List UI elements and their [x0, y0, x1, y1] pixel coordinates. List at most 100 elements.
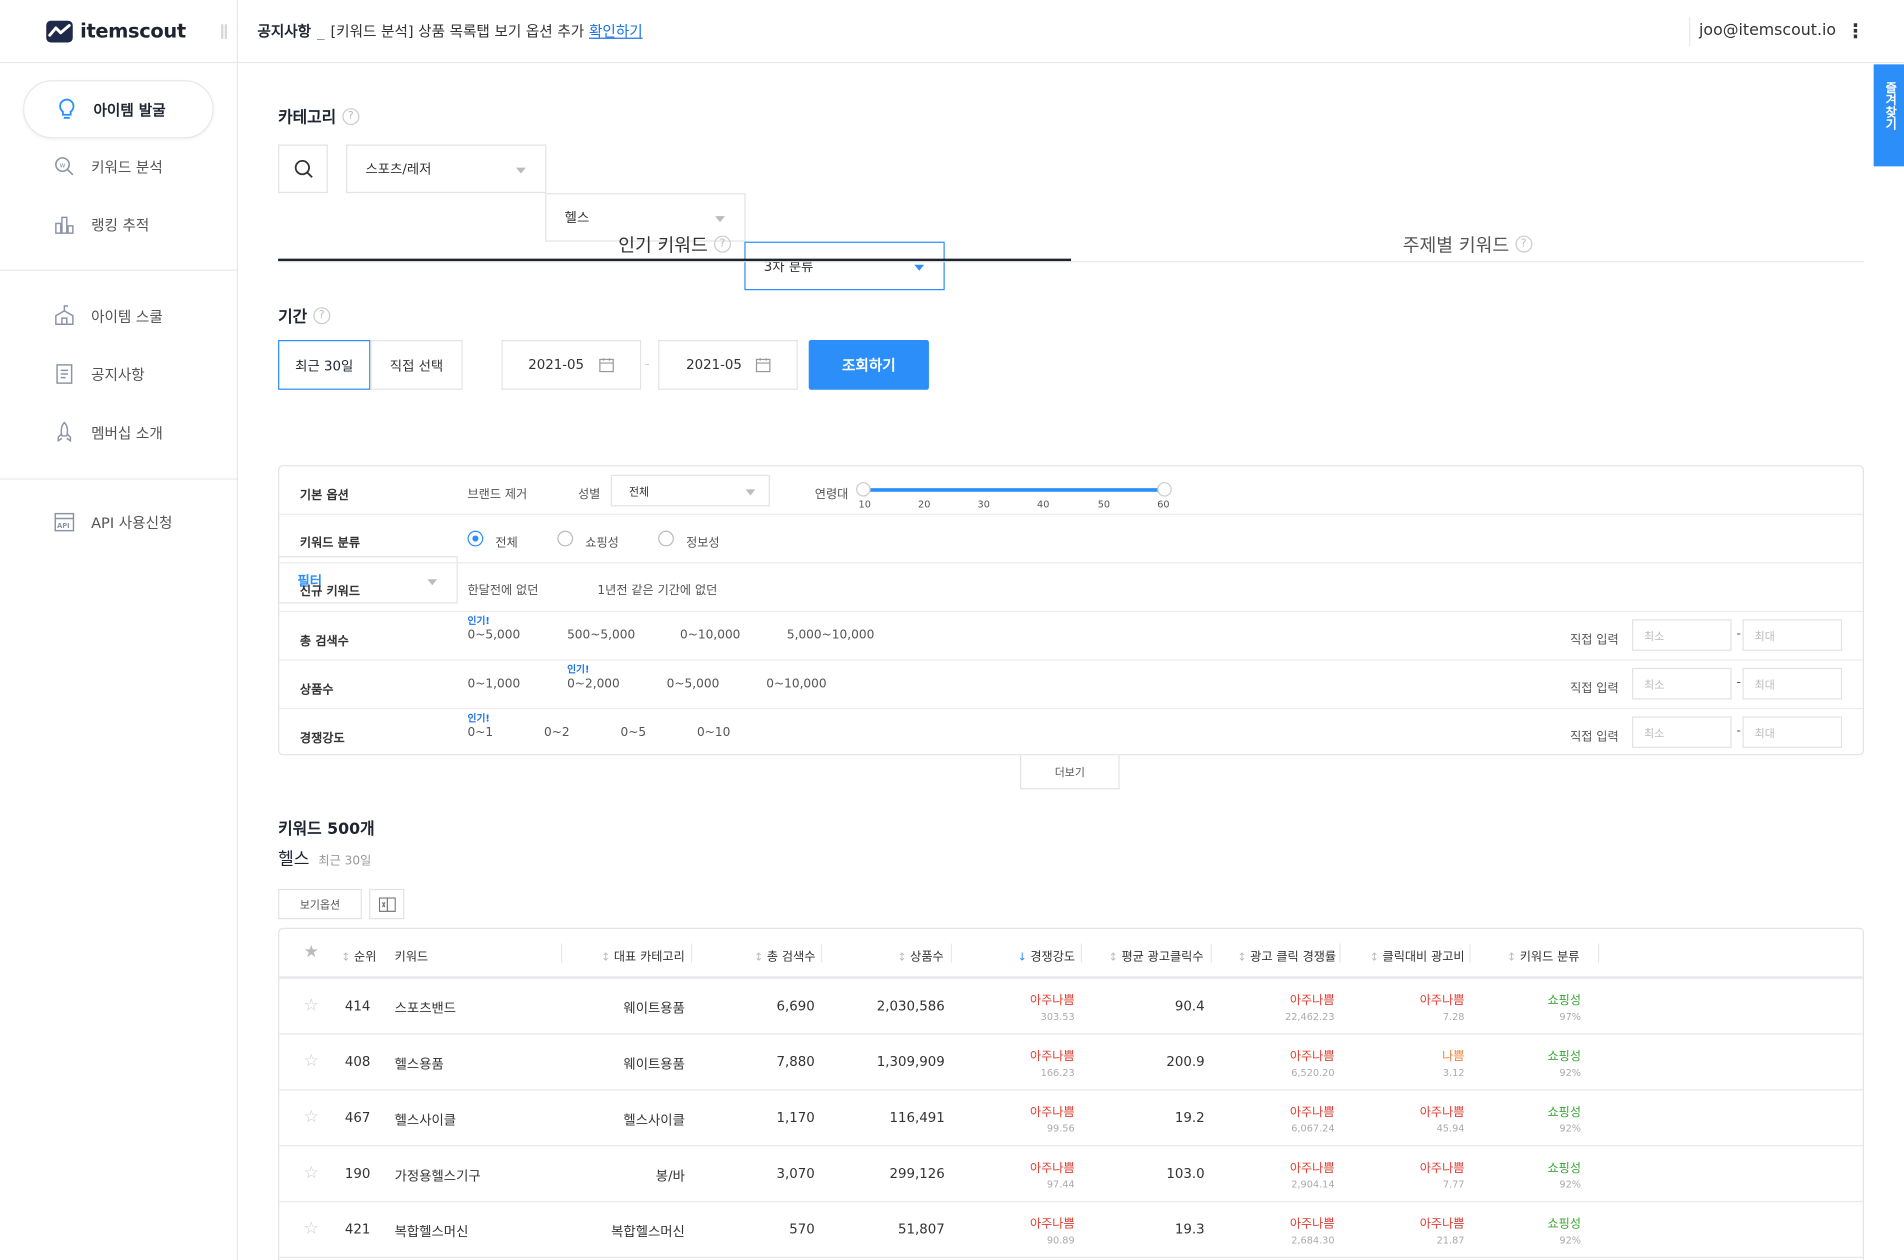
col-category[interactable]: ↕ 대표 카테고리 — [601, 946, 685, 964]
gender-select[interactable]: 전체 — [610, 474, 770, 507]
user-email[interactable]: joo@itemscout.io — [1699, 22, 1836, 40]
sidebar-item-api[interactable]: API API 사용신청 — [0, 493, 238, 551]
radio-info[interactable] — [658, 530, 674, 547]
range-option[interactable]: 500~5,000 — [567, 629, 635, 642]
brand-remove-option[interactable]: 브랜드 제거 — [468, 483, 528, 501]
direct-input-label: 직접 입력 — [1570, 682, 1619, 696]
age-slider-min-handle[interactable] — [856, 482, 871, 497]
range-option[interactable]: 0~5 — [621, 726, 647, 739]
svg-text:w: w — [60, 161, 66, 170]
new-keyword-option[interactable]: 한달전에 없던 — [468, 579, 539, 597]
search-submit-button[interactable]: 조회하기 — [808, 340, 929, 390]
sidebar-item-ranking[interactable]: 랭킹 추적 — [0, 196, 149, 254]
col-keyword-type[interactable]: ↕ 키워드 분류 — [1507, 946, 1580, 964]
period-recent-30-button[interactable]: 최근 30일 — [278, 340, 371, 390]
favorite-star-icon[interactable]: ☆ — [304, 1052, 319, 1071]
sidebar-item-item-school[interactable]: 아이템 스쿨 — [0, 287, 238, 345]
category-heading: 카테고리 ? — [278, 104, 360, 128]
help-icon[interactable]: ? — [313, 306, 331, 324]
range-option[interactable]: 0~5,000 — [468, 629, 521, 642]
logo[interactable]: itemscout — [0, 0, 237, 64]
col-products[interactable]: ↕ 상품수 — [897, 946, 943, 964]
max-input[interactable]: 최대 — [1742, 667, 1843, 700]
radio-all[interactable] — [467, 530, 484, 547]
range-option[interactable]: 0~1,000 — [468, 678, 521, 691]
col-label: 순위 — [354, 950, 377, 965]
table-row[interactable]: ☆ 408 헬스용품 웨이트용품 7,880 1,309,909 아주나쁨 166… — [279, 1035, 1863, 1091]
nav-group-info: 아이템 스쿨 공지사항 멤버십 소개 — [0, 287, 238, 462]
cell-ad-clicks: 19.3 — [1174, 1221, 1205, 1238]
help-icon[interactable]: ? — [342, 107, 360, 125]
category-search-button[interactable] — [278, 144, 328, 194]
cell-keyword[interactable]: 헬스용품 — [395, 1054, 444, 1073]
col-ad-competition[interactable]: ↕ 광고 클릭 경쟁률 — [1237, 946, 1336, 964]
notice-link[interactable]: 확인하기 — [589, 21, 643, 42]
end-date-input[interactable]: 2021-05 — [658, 340, 798, 390]
range-option[interactable]: 0~1 — [468, 726, 494, 739]
table-row[interactable]: ☆ 414 스포츠밴드 웨이트용품 6,690 2,030,586 아주나쁨 30… — [279, 979, 1863, 1035]
favorite-star-icon[interactable]: ☆ — [304, 1219, 319, 1238]
age-slider-track[interactable] — [863, 488, 1165, 492]
range-option[interactable]: 0~10,000 — [766, 678, 826, 691]
col-cost-per-click[interactable]: ↕ 클릭대비 광고비 — [1370, 946, 1465, 964]
favorites-side-tab[interactable]: 즐겨찾기 — [1873, 64, 1904, 167]
sidebar-item-keyword-analysis[interactable]: w 키워드 분석 — [0, 137, 163, 195]
min-input[interactable]: 최소 — [1632, 716, 1732, 749]
min-input[interactable]: 최소 — [1632, 619, 1732, 651]
sidebar-item-membership[interactable]: 멤버십 소개 — [0, 403, 238, 461]
radio-shopping[interactable] — [557, 530, 574, 547]
sidebar-item-notice[interactable]: 공지사항 — [0, 345, 238, 403]
start-date-input[interactable]: 2021-05 — [501, 340, 642, 390]
category-level1-select[interactable]: 스포츠/레저 — [346, 144, 547, 194]
max-input[interactable]: 최대 — [1742, 619, 1843, 651]
view-options-button[interactable]: 보기옵션 — [278, 888, 362, 920]
cell-rank: 408 — [344, 1054, 371, 1070]
radio-label: 정보성 — [686, 536, 720, 551]
excel-download-button[interactable] — [369, 888, 405, 920]
range-option[interactable]: 0~5,000 — [667, 678, 720, 691]
range-option[interactable]: 0~10,000 — [680, 629, 740, 642]
grade-label: 아주나쁨 — [1029, 994, 1075, 1008]
table-row[interactable]: ☆ 190 가정용헬스기구 봉/바 3,070 299,126 아주나쁨 97.4… — [279, 1146, 1863, 1203]
col-rank[interactable]: ↕ 순위 — [341, 946, 376, 964]
range-option[interactable]: 0~2 — [544, 726, 570, 739]
cell-keyword[interactable]: 헬스사이클 — [395, 1110, 456, 1129]
range-option[interactable]: 0~10 — [697, 726, 730, 739]
cell-keyword[interactable]: 가정용헬스기구 — [395, 1166, 481, 1185]
range-option[interactable]: 0~2,000 — [567, 678, 620, 691]
age-slider-max-handle[interactable] — [1157, 482, 1172, 497]
table-row[interactable]: ☆ 467 헬스사이클 헬스사이클 1,170 116,491 아주나쁨 99.5… — [279, 1090, 1863, 1147]
sidebar-item-item-discovery[interactable]: 아이템 발굴 — [23, 80, 214, 139]
filter-more-button[interactable]: 더보기 — [1020, 755, 1120, 790]
period-custom-button[interactable]: 직접 선택 — [370, 340, 463, 390]
grade-value: 2,904.14 — [1291, 1179, 1335, 1191]
table-row[interactable]: ☆ 421 복합헬스머신 복합헬스머신 570 51,807 아주나쁨 90.89… — [279, 1202, 1863, 1259]
min-input[interactable]: 최소 — [1632, 667, 1732, 700]
range-dash: - — [1736, 627, 1741, 642]
tab-popular-keywords[interactable]: 인기 키워드? — [278, 227, 1071, 261]
cell-keyword[interactable]: 스포츠밴드 — [395, 998, 456, 1017]
favorite-star-icon[interactable]: ☆ — [304, 996, 319, 1015]
help-icon[interactable]: ? — [713, 235, 731, 253]
help-icon[interactable]: ? — [1515, 235, 1533, 253]
cell-keyword[interactable]: 복합헬스머신 — [395, 1222, 469, 1241]
grade-label: 쇼핑성 — [1547, 994, 1582, 1008]
range-option[interactable]: 5,000~10,000 — [787, 629, 874, 642]
more-menu-icon[interactable]: ⋮ — [1846, 19, 1865, 42]
category-level2-value: 헬스 — [564, 210, 590, 226]
star-header-icon[interactable]: ★ — [304, 942, 319, 961]
col-ad-clicks[interactable]: ↕ 평균 광고클릭수 — [1109, 946, 1204, 964]
tab-topic-keywords[interactable]: 주제별 키워드? — [1071, 227, 1864, 261]
grade-label: 쇼핑성 — [1547, 1162, 1582, 1176]
favorite-star-icon[interactable]: ☆ — [304, 1107, 319, 1126]
sidebar-collapse-handle[interactable] — [221, 24, 228, 39]
cell-products: 2,030,586 — [876, 998, 945, 1014]
col-searches[interactable]: ↕ 총 검색수 — [754, 946, 815, 964]
age-tick: 10 — [858, 499, 871, 511]
col-competition[interactable]: ↓ 경쟁강도 — [1018, 946, 1076, 964]
new-keyword-option[interactable]: 1년전 같은 기간에 없던 — [597, 579, 717, 597]
favorite-star-icon[interactable]: ☆ — [304, 1163, 319, 1182]
max-input[interactable]: 최대 — [1742, 716, 1843, 749]
col-keyword[interactable]: 키워드 — [395, 946, 429, 964]
grade-value: 45.94 — [1436, 1123, 1465, 1135]
